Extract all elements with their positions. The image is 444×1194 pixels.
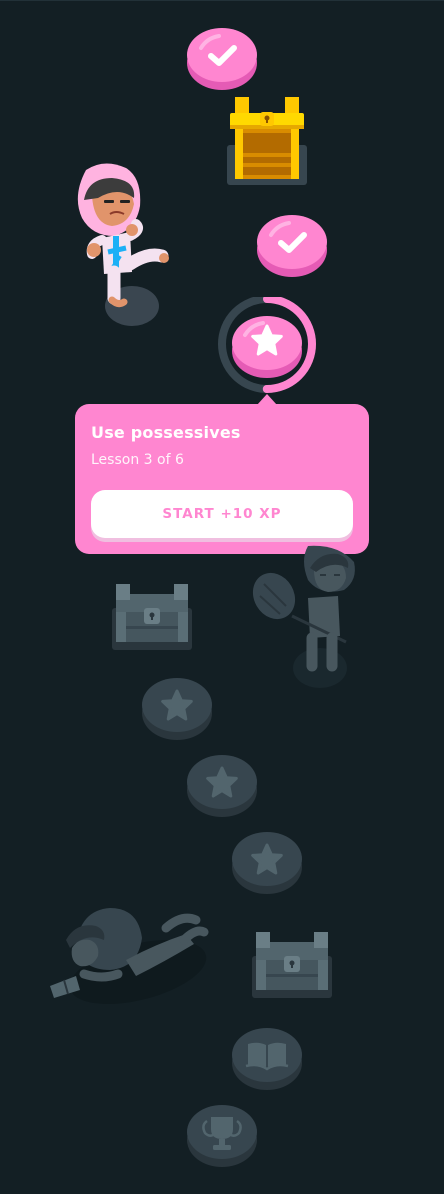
karate-character-illustration xyxy=(58,160,173,330)
unit-review-node-locked[interactable] xyxy=(187,1103,257,1167)
lesson-node-locked-1[interactable] xyxy=(142,676,212,740)
treasure-chest-icon xyxy=(112,584,192,650)
lesson-node-locked-2[interactable] xyxy=(187,753,257,817)
lesson-node-completed-2[interactable] xyxy=(257,213,327,277)
story-node-locked[interactable] xyxy=(232,1026,302,1090)
top-divider xyxy=(0,0,444,1)
lesson-title: Use possessives xyxy=(91,423,241,442)
reading-character-illustration xyxy=(46,900,210,1015)
start-lesson-button[interactable]: START +10 XP xyxy=(91,490,353,538)
treasure-chest-icon xyxy=(252,932,332,998)
treasure-chest-icon xyxy=(227,97,307,185)
treasure-chest-opened[interactable] xyxy=(227,95,307,187)
treasure-chest-locked-2[interactable] xyxy=(252,930,332,998)
lesson-progress-text: Lesson 3 of 6 xyxy=(91,452,184,468)
lesson-node-locked-3[interactable] xyxy=(232,830,302,894)
lesson-popup: Use possessives Lesson 3 of 6 START +10 … xyxy=(75,404,369,554)
lesson-node-current[interactable] xyxy=(217,295,317,393)
musician-character-illustration xyxy=(250,540,360,690)
treasure-chest-locked-1[interactable] xyxy=(112,582,192,650)
lesson-node-completed-1[interactable] xyxy=(187,26,257,90)
